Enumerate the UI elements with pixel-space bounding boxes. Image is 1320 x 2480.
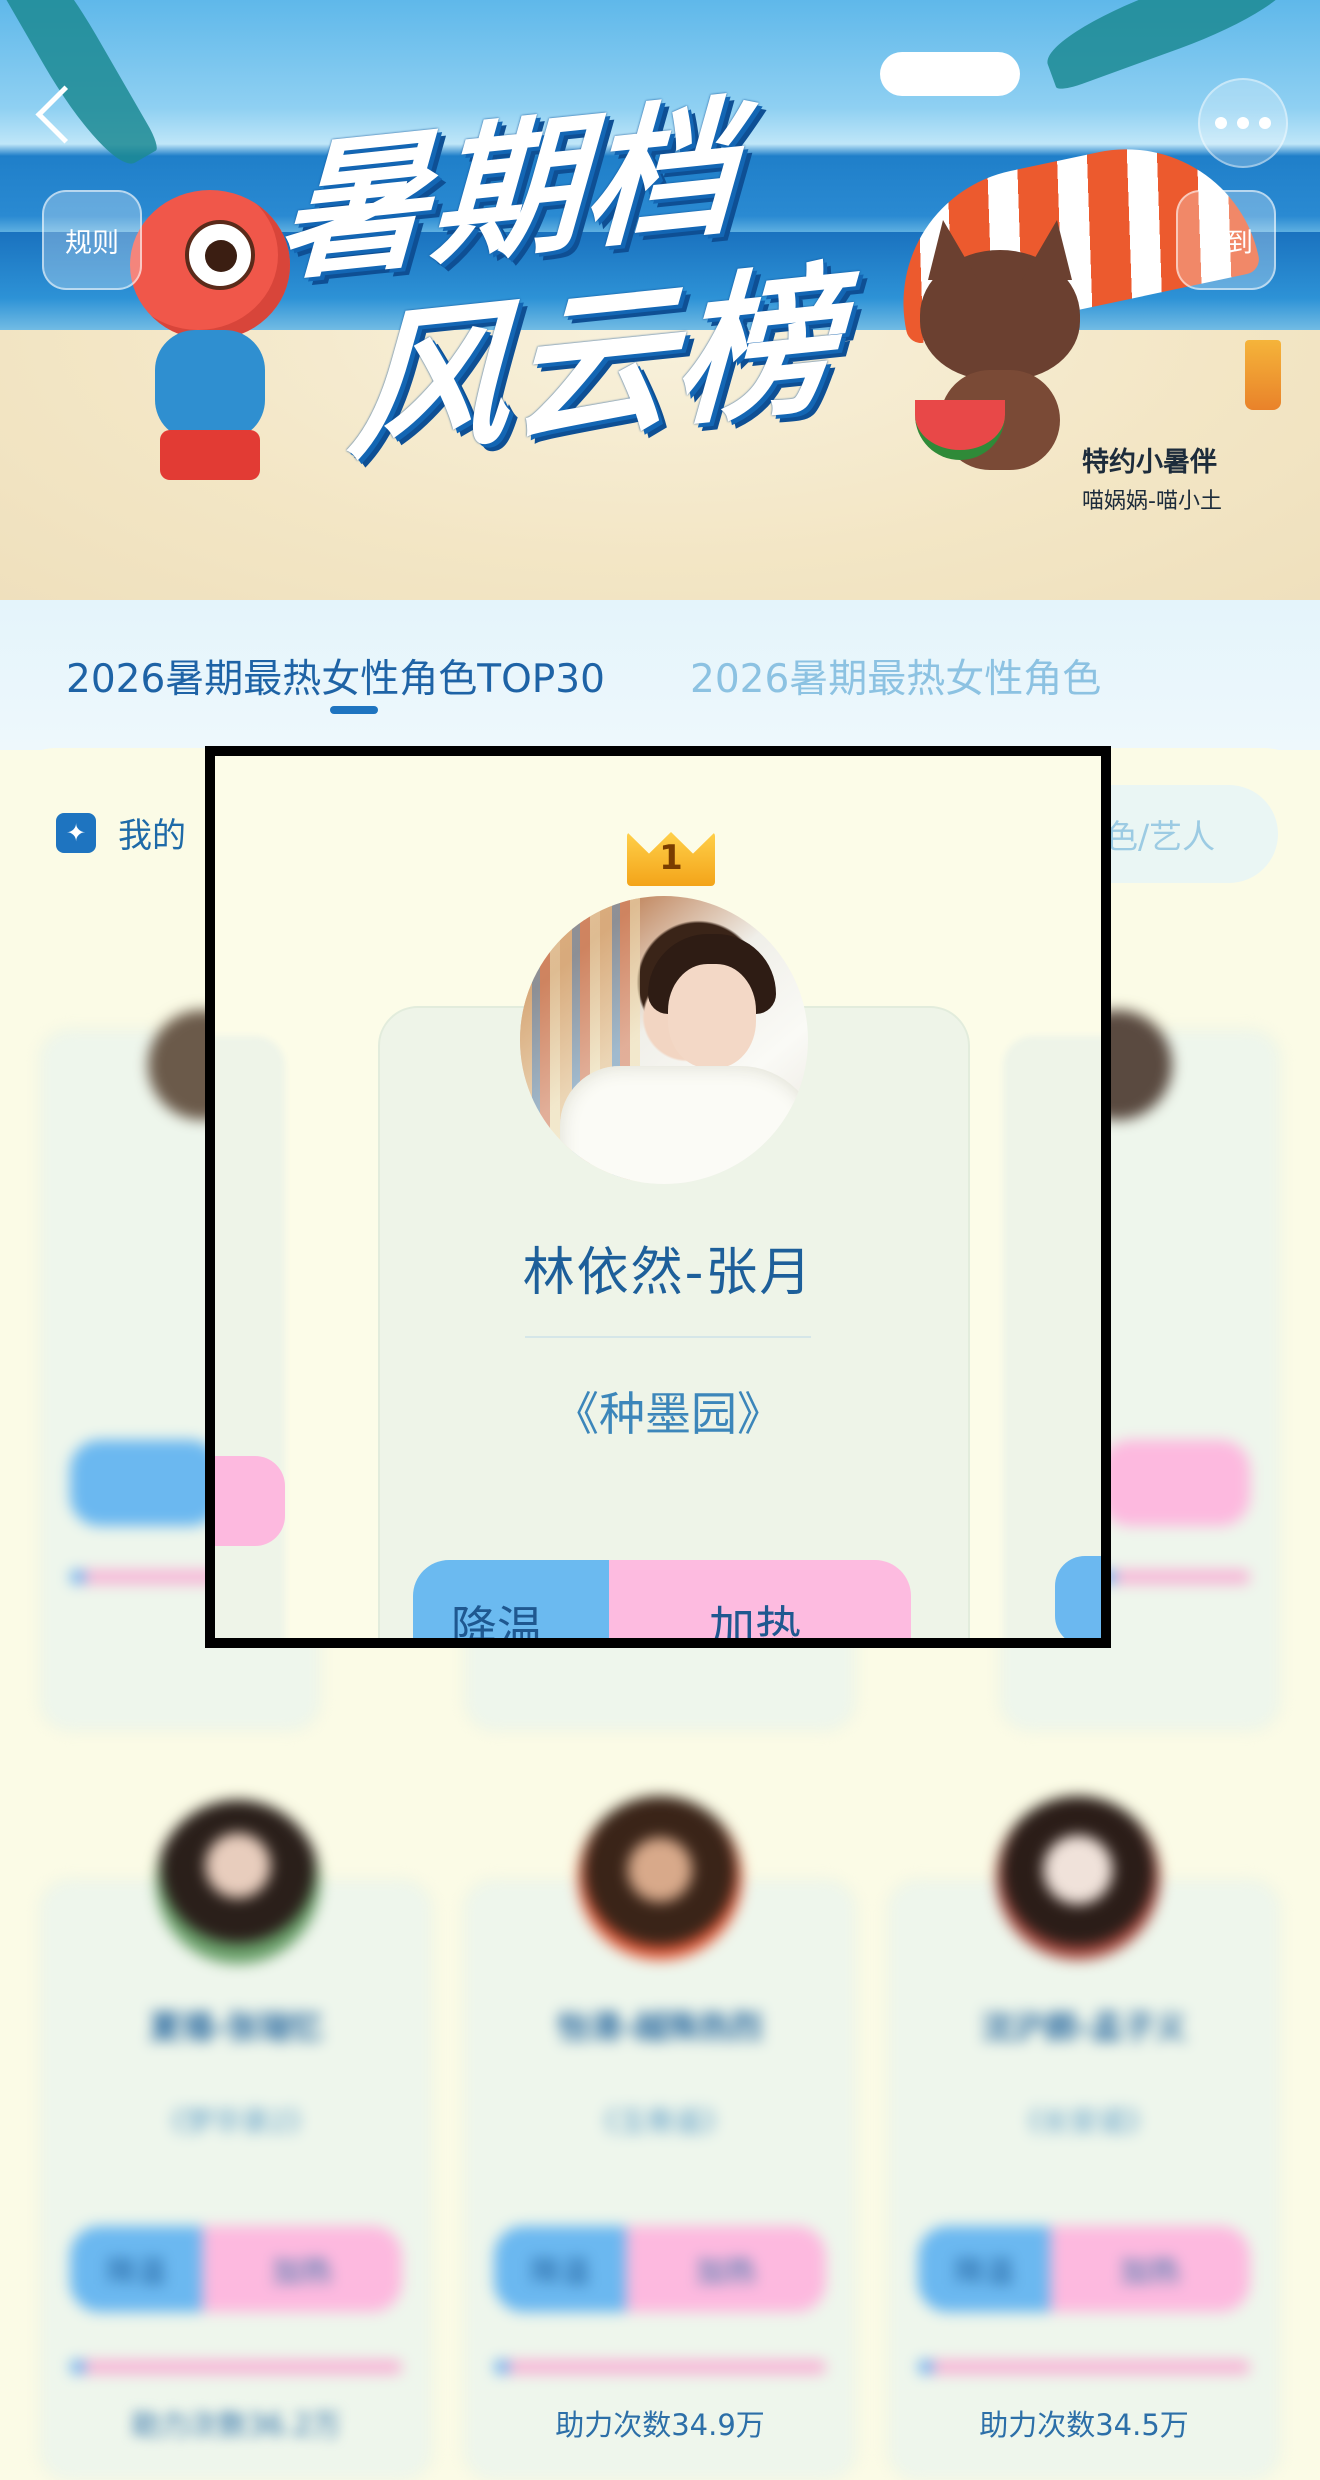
heat-button[interactable]: 加热 [609, 1560, 911, 1638]
heat-progress-bar [494, 2360, 826, 2374]
work-title: 《梦华录2》 [157, 2105, 315, 2138]
banner: 暑期档 风云榜 特约小暑伴 喵娲娲-喵小土 [0, 0, 1320, 600]
vote-buttons [1100, 1440, 1250, 1526]
back-icon[interactable] [28, 80, 80, 160]
rank-card-4[interactable] [40, 1880, 432, 2480]
work-title: 《种墨园》 [553, 1387, 783, 1441]
sponsor-label: 特约小暑伴 喵娲娲-喵小土 [1082, 440, 1222, 515]
vote-buttons: 降温 加热 [70, 2226, 402, 2312]
heat-button[interactable]: 加热 [1050, 2226, 1250, 2312]
vote-buttons: 降温 加热 [918, 2226, 1250, 2312]
crown-icon: 1 [627, 818, 715, 886]
rank-card-5[interactable] [464, 1880, 856, 2480]
tab-top30[interactable]: 2026暑期最热女性角色TOP30 [66, 648, 605, 704]
avatar [578, 1796, 742, 1960]
vote-buttons: 降温 加热 [494, 2226, 826, 2312]
heat-progress-bar [1100, 1570, 1250, 1584]
cool-button[interactable]: 降温 [70, 2226, 202, 2312]
focused-rank-card[interactable]: 1 林依然-张月 《种墨园》 降温 加热 [205, 746, 1111, 1648]
side-heat-button [215, 1456, 285, 1546]
cat-mascot-illustration [900, 250, 1100, 480]
heat-progress-bar [918, 2360, 1250, 2374]
side-card-left [215, 1036, 285, 1638]
my-vote-link[interactable]: ✦ 我的 [56, 808, 186, 857]
work-title: 《长安诺》 [1013, 2105, 1154, 2138]
heat-progress-bar [70, 1570, 220, 1584]
heat-progress-bar [70, 2360, 402, 2374]
side-cool-button [1055, 1556, 1101, 1638]
vote-buttons [70, 1440, 220, 1526]
cool-button[interactable]: 降温 [413, 1560, 609, 1638]
cool-button[interactable]: 降温 [918, 2226, 1050, 2312]
character-name: 林依然-张月 [522, 1243, 814, 1303]
support-count: 助力次数34.9万 [555, 2408, 765, 2442]
support-count: 助力次数34.5万 [979, 2408, 1189, 2442]
heat-button[interactable]: 加热 [202, 2226, 402, 2312]
avatar[interactable] [520, 896, 808, 1184]
rules-button[interactable]: 规则 [42, 190, 142, 290]
more-options-icon[interactable] [1198, 78, 1288, 168]
sponsor-title: 特约小暑伴 [1082, 447, 1217, 478]
sponsor-names: 喵娲娲-喵小土 [1082, 489, 1222, 514]
sparkle-icon: ✦ [56, 812, 96, 853]
cloud-decoration [880, 52, 1020, 96]
character-name: 沈沪颜-孟子义 [981, 2008, 1187, 2046]
cool-button[interactable]: 降温 [494, 2226, 626, 2312]
palm-leaf-decoration [1037, 0, 1303, 93]
divider [525, 1336, 811, 1338]
rank-number: 1 [659, 838, 683, 878]
mascot-illustration [120, 190, 300, 490]
drink-illustration [1245, 340, 1281, 410]
heat-button[interactable]: 加热 [626, 2226, 826, 2312]
active-tab-indicator [330, 706, 378, 714]
character-name: 夏禧-张瑞忆 [149, 2008, 323, 2046]
rank-card-6[interactable] [888, 1880, 1280, 2480]
avatar [996, 1796, 1160, 1960]
checkin-button[interactable]: 签到 [1176, 190, 1276, 290]
tab-female-characters[interactable]: 2026暑期最热女性角色 [690, 648, 1101, 704]
avatar [156, 1800, 320, 1964]
vote-buttons: 降温 加热 [413, 1560, 911, 1638]
work-title: 《玉骨遥》 [589, 2105, 730, 2138]
support-count: 助力次数36.2万 [131, 2408, 341, 2442]
palm-leaf-decoration [0, 0, 161, 178]
character-name: 怡清-越殊热烈 [557, 2008, 763, 2046]
my-label: 我的 [118, 816, 186, 856]
